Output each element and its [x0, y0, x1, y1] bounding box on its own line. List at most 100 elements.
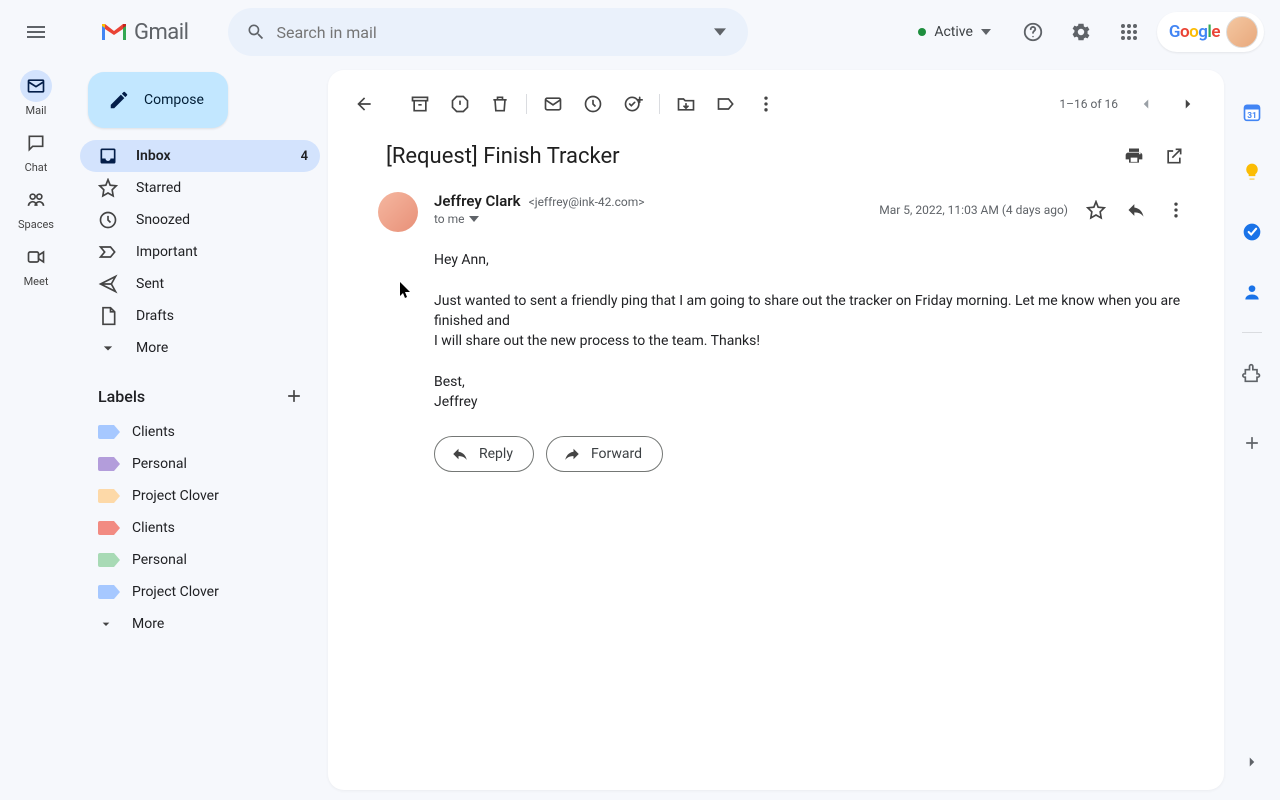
toolbar-separator [526, 94, 527, 114]
spam-icon [450, 94, 470, 114]
tasks-addon[interactable] [1232, 212, 1272, 252]
sidebar-item-sent[interactable]: Sent [80, 268, 320, 300]
label-item[interactable]: Clients [72, 512, 328, 544]
add-label-button[interactable] [280, 382, 308, 410]
account-chip[interactable]: Google [1157, 12, 1264, 52]
google-apps-button[interactable] [1109, 12, 1149, 52]
chevron-down-icon [98, 616, 114, 632]
settings-button[interactable] [1061, 12, 1101, 52]
side-panel-separator [1242, 332, 1262, 333]
app-name: Gmail [134, 20, 188, 45]
label-item[interactable]: Personal [72, 544, 328, 576]
forward-icon [563, 445, 581, 463]
plus-icon [1242, 433, 1262, 453]
reply-icon-button[interactable] [1118, 192, 1154, 228]
rail-item-chat[interactable]: Chat [8, 127, 64, 174]
label-item[interactable]: Clients [72, 416, 328, 448]
main-menu-button[interactable] [12, 8, 60, 56]
sidebar-item-label: Inbox [136, 148, 171, 164]
more-button[interactable] [746, 84, 786, 124]
sidebar-item-drafts[interactable]: Drafts [80, 300, 320, 332]
rail-item-spaces[interactable]: Spaces [8, 184, 64, 231]
label-tag-icon [98, 457, 114, 471]
account-avatar [1226, 16, 1258, 48]
sender-avatar[interactable] [378, 192, 418, 232]
send-icon [98, 274, 118, 294]
addons-button[interactable] [1232, 353, 1272, 393]
sidebar-item-label: Sent [136, 276, 164, 292]
open-new-button[interactable] [1154, 136, 1194, 176]
label-item[interactable]: Personal [72, 448, 328, 480]
sidebar-nav: Inbox 4 Starred Snoozed Important Sent D… [72, 140, 328, 364]
contacts-addon[interactable] [1232, 272, 1272, 312]
addon-icon [1242, 363, 1262, 383]
hamburger-icon [24, 20, 48, 44]
get-addons-button[interactable] [1232, 423, 1272, 463]
spam-button[interactable] [440, 84, 480, 124]
message-header: Jeffrey Clark <jeffrey@ink-42.com> to me… [378, 192, 1194, 232]
sidebar-item-important[interactable]: Important [80, 236, 320, 268]
keep-icon [1242, 162, 1262, 182]
star-button[interactable] [1078, 192, 1114, 228]
toolbar-separator [659, 94, 660, 114]
sidebar-item-inbox[interactable]: Inbox 4 [80, 140, 320, 172]
search-button[interactable] [236, 12, 276, 52]
app-rail: Mail Chat Spaces Meet [0, 64, 72, 800]
draft-icon [98, 306, 118, 326]
message-actions: Reply Forward [378, 412, 1194, 472]
forward-button[interactable]: Forward [546, 436, 663, 472]
caret-down-icon [714, 26, 726, 38]
snooze-button[interactable] [573, 84, 613, 124]
inbox-icon [98, 146, 118, 166]
gmail-logo[interactable]: Gmail [100, 20, 188, 45]
sender-email: <jeffrey@ink-42.com> [529, 195, 645, 209]
inbox-count: 4 [301, 149, 308, 164]
compose-button[interactable]: Compose [88, 72, 228, 128]
search-bar[interactable] [228, 8, 748, 56]
labels-more[interactable]: More [72, 608, 328, 640]
rail-item-meet[interactable]: Meet [8, 241, 64, 288]
recipient-dropdown[interactable]: to me [434, 212, 863, 226]
status-dot-icon [918, 28, 926, 36]
rail-label: Meet [24, 275, 49, 288]
status-label: Active [934, 24, 973, 40]
sidebar-item-label: Drafts [136, 308, 174, 324]
label-name: Project Clover [132, 584, 219, 600]
newer-button[interactable] [1168, 84, 1208, 124]
search-input[interactable] [276, 23, 700, 42]
print-button[interactable] [1114, 136, 1154, 176]
print-icon [1124, 146, 1144, 166]
sidebar-item-starred[interactable]: Starred [80, 172, 320, 204]
move-button[interactable] [666, 84, 706, 124]
star-icon [1086, 200, 1106, 220]
back-button[interactable] [344, 84, 384, 124]
open-in-new-icon [1164, 146, 1184, 166]
label-item[interactable]: Project Clover [72, 576, 328, 608]
calendar-addon[interactable]: 31 [1232, 92, 1272, 132]
main-panel: 1–16 of 16 [Request] Finish Tracker Jeff… [328, 70, 1224, 790]
status-chip[interactable]: Active [904, 12, 1005, 52]
rail-label: Spaces [18, 218, 54, 231]
older-button[interactable] [1126, 84, 1166, 124]
label-tag-icon [98, 553, 114, 567]
reply-button[interactable]: Reply [434, 436, 534, 472]
delete-button[interactable] [480, 84, 520, 124]
labels-button[interactable] [706, 84, 746, 124]
label-item[interactable]: Project Clover [72, 480, 328, 512]
rail-item-mail[interactable]: Mail [8, 70, 64, 117]
search-icon [246, 22, 266, 42]
keep-addon[interactable] [1232, 152, 1272, 192]
search-options-button[interactable] [700, 12, 740, 52]
add-task-button[interactable] [613, 84, 653, 124]
support-button[interactable] [1013, 12, 1053, 52]
mark-unread-button[interactable] [533, 84, 573, 124]
collapse-sidepanel-button[interactable] [1232, 742, 1272, 782]
move-icon [676, 94, 696, 114]
archive-button[interactable] [400, 84, 440, 124]
important-icon [98, 242, 118, 262]
more-vert-icon [1166, 200, 1186, 220]
message-more-button[interactable] [1158, 192, 1194, 228]
help-icon [1022, 21, 1044, 43]
sidebar-item-more[interactable]: More [80, 332, 320, 364]
sidebar-item-snoozed[interactable]: Snoozed [80, 204, 320, 236]
